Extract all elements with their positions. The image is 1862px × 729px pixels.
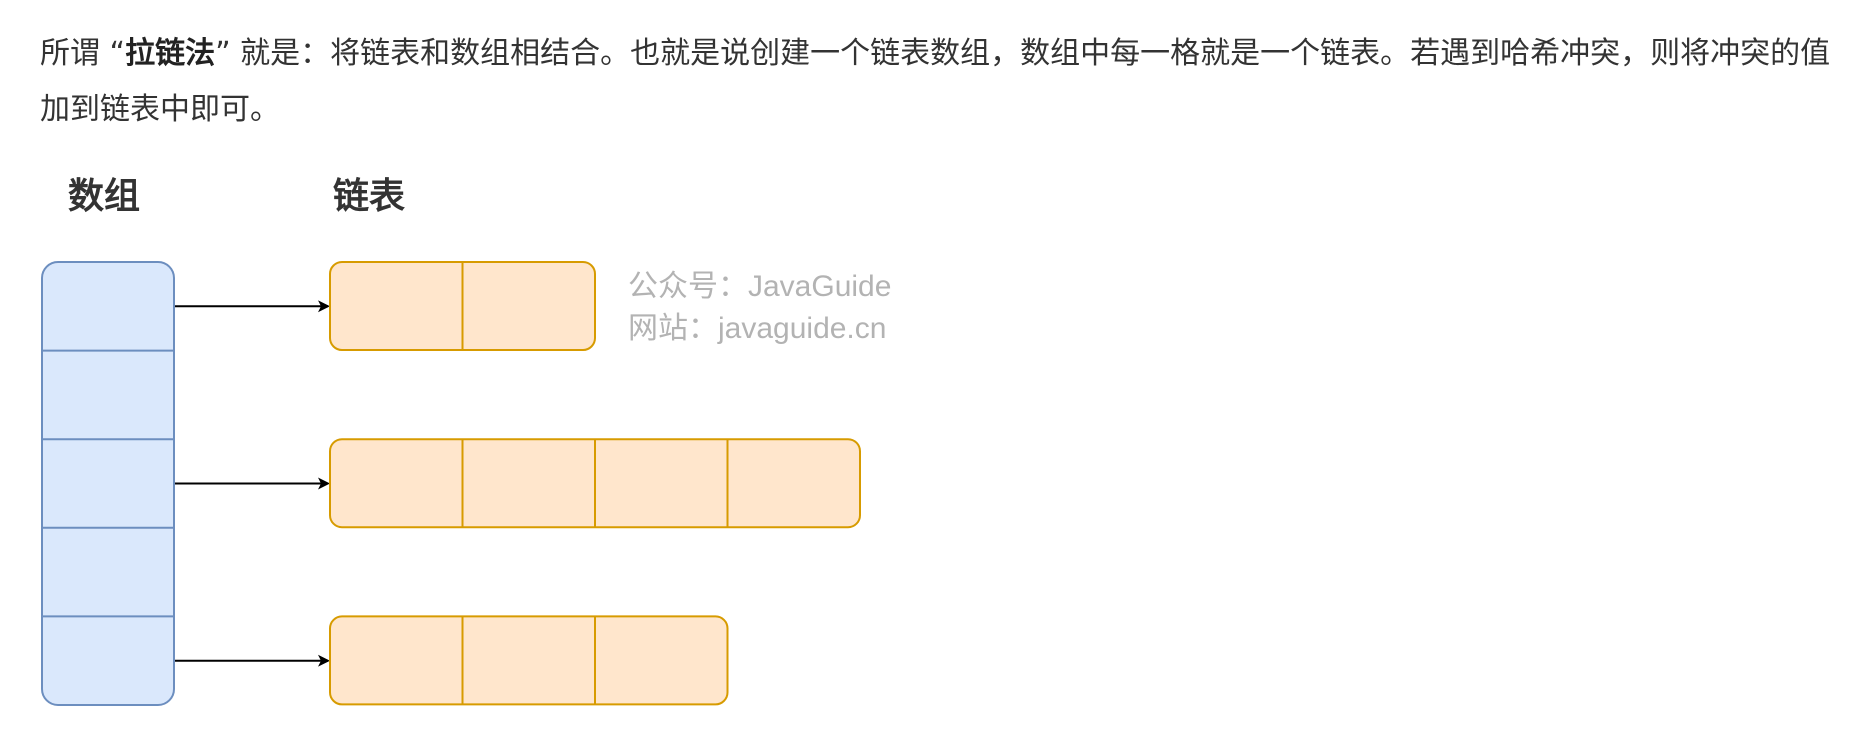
array-outline	[41, 261, 175, 706]
hash-chaining-diagram: 数组 链表 公众号：JavaGuide 网站：javaguide.cn	[41, 176, 891, 706]
linked-list-2	[175, 438, 861, 529]
list-outline	[329, 615, 729, 706]
array-label: 数组	[68, 176, 140, 217]
linked-list-3	[175, 615, 729, 706]
linked-list-1	[175, 261, 596, 351]
array-column	[41, 261, 175, 706]
list-label: 链表	[333, 176, 405, 217]
watermark-line-1: 公众号：JavaGuide	[628, 270, 891, 303]
watermark-line-2: 网站：javaguide.cn	[628, 312, 886, 345]
